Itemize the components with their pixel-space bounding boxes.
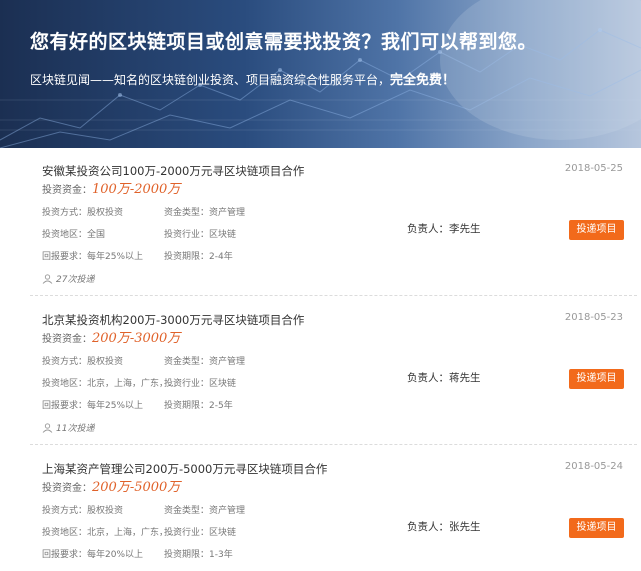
- investment-period: 投资期限：1-3年: [164, 550, 233, 560]
- hero-banner: 您有好的区块链项目或创意需要找投资？我们可以帮到您。 区块链见闻——知名的区块链…: [0, 0, 641, 148]
- investment-period: 投资期限：2-4年: [164, 252, 233, 262]
- investment-amount: 200万-5000万: [92, 480, 181, 495]
- investment-region: 投资地区：北京，上海，广东，...: [42, 528, 177, 538]
- investment-method: 投资方式：股权投资: [42, 506, 124, 516]
- investment-method: 投资方式：股权投资: [42, 208, 124, 218]
- banner-subtitle-text: 区块链见闻——知名的区块链创业投资、项目融资综合性服务平台，: [30, 73, 391, 87]
- project-date: 2018-05-23: [564, 312, 623, 323]
- return-requirement: 回报要求：每年20%以上: [42, 550, 144, 560]
- investment-amount-row: 投资资金：200万-5000万: [42, 476, 180, 495]
- fund-type: 资金类型：资产管理: [164, 357, 246, 367]
- project-card: 安徽某投资公司100万-2000万元寻区块链项目合作 2018-05-25 投资…: [0, 148, 641, 296]
- investment-industry: 投资行业：区块链: [164, 379, 237, 389]
- contact-person: 负责人：张先生: [407, 521, 481, 533]
- banner-subtitle: 区块链见闻——知名的区块链创业投资、项目融资综合性服务平台，完全免费！: [30, 69, 455, 88]
- investment-method: 投资方式：股权投资: [42, 357, 124, 367]
- investment-industry: 投资行业：区块链: [164, 528, 237, 538]
- person-icon: [42, 274, 53, 284]
- banner-title: 您有好的区块链项目或创意需要找投资？我们可以帮到您。: [30, 31, 538, 53]
- card-divider: [30, 295, 637, 296]
- return-requirement: 回报要求：每年25%以上: [42, 252, 144, 262]
- fund-type: 资金类型：资产管理: [164, 208, 246, 218]
- banner-free-text: 完全免费！: [390, 73, 456, 88]
- fund-type: 资金类型：资产管理: [164, 506, 246, 516]
- investment-amount: 200万-3000万: [92, 331, 181, 346]
- project-card: 北京某投资机构200万-3000万元寻区块链项目合作 2018-05-23 投资…: [0, 297, 641, 445]
- investment-amount: 100万-2000万: [92, 182, 181, 197]
- project-date: 2018-05-24: [564, 461, 623, 472]
- project-date: 2018-05-25: [564, 163, 623, 174]
- investment-period: 投资期限：2-5年: [164, 401, 233, 411]
- submit-count: 11次投递: [42, 421, 94, 434]
- project-title[interactable]: 上海某资产管理公司200万-5000万元寻区块链项目合作: [42, 461, 327, 477]
- person-icon: [42, 423, 53, 433]
- return-requirement: 回报要求：每年25%以上: [42, 401, 144, 411]
- project-title[interactable]: 北京某投资机构200万-3000万元寻区块链项目合作: [42, 312, 304, 328]
- project-card: 上海某资产管理公司200万-5000万元寻区块链项目合作 2018-05-24 …: [0, 446, 641, 571]
- investment-amount-row: 投资资金：100万-2000万: [42, 178, 180, 197]
- amount-label: 投资资金：: [42, 483, 92, 494]
- amount-label: 投资资金：: [42, 334, 92, 345]
- investment-region: 投资地区：北京，上海，广东，...: [42, 379, 177, 389]
- contact-person: 负责人：李先生: [407, 223, 481, 235]
- investment-region: 投资地区：全国: [42, 230, 106, 240]
- contact-person: 负责人：蒋先生: [407, 372, 481, 384]
- card-divider: [30, 444, 637, 445]
- submit-project-button[interactable]: 投递项目: [569, 369, 624, 389]
- investment-industry: 投资行业：区块链: [164, 230, 237, 240]
- submit-count: 27次投递: [42, 272, 94, 285]
- amount-label: 投资资金：: [42, 185, 92, 196]
- submit-project-button[interactable]: 投递项目: [569, 518, 624, 538]
- submit-project-button[interactable]: 投递项目: [569, 220, 624, 240]
- investment-amount-row: 投资资金：200万-3000万: [42, 327, 180, 346]
- project-title[interactable]: 安徽某投资公司100万-2000万元寻区块链项目合作: [42, 163, 304, 179]
